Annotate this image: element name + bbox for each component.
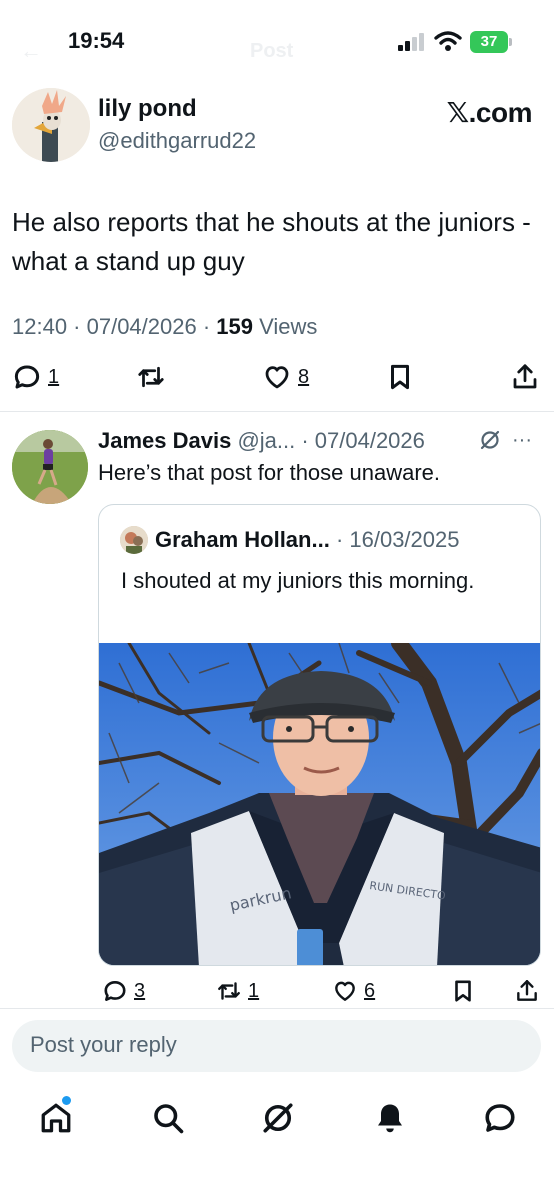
bookmark-icon (391, 364, 409, 390)
battery-indicator: 37 (470, 31, 508, 53)
reply-reply-button[interactable]: 3 (102, 978, 145, 1004)
status-bar: ← Post 19:54 37 (0, 0, 554, 82)
quoted-date: · 16/03/2025 (329, 527, 460, 552)
tab-notifications[interactable] (372, 1100, 408, 1136)
repost-icon (218, 982, 240, 1000)
grok-icon[interactable] (478, 428, 502, 452)
reply-count: 1 (48, 365, 60, 388)
author-handle[interactable]: @edithgarrud22 (98, 128, 256, 154)
header-title: Post (250, 40, 294, 62)
home-icon (41, 1103, 71, 1133)
bookmark-icon (455, 980, 471, 1002)
quoted-post[interactable]: Graham Hollan... · 16/03/2025 I shouted … (98, 504, 541, 966)
heart-icon (265, 366, 289, 389)
x-com-logo: 𝕏.com (446, 97, 533, 128)
reply-like-count: 6 (364, 979, 376, 1002)
post-meta: 12:40 · 07/04/2026 · 159 Views (12, 314, 317, 340)
reply-share-button[interactable] (514, 978, 540, 1004)
post-timestamp: 12:40 · 07/04/2026 · (12, 314, 217, 339)
bottom-tab-bar (0, 1090, 554, 1150)
bookmark-button[interactable] (385, 362, 415, 392)
battery-cap (509, 38, 512, 46)
repost-button[interactable] (136, 362, 166, 392)
post-text: He also reports that he shouts at the ju… (12, 207, 531, 276)
tab-search[interactable] (150, 1100, 186, 1136)
quoted-header: Graham Hollan... · 16/03/2025 (155, 527, 460, 553)
reply-header-icons: ··· (478, 428, 532, 452)
views-count: 159 (216, 314, 253, 339)
reply-header: James Davis @ja... · 07/04/2026 (98, 428, 425, 454)
notifications-icon (378, 1104, 402, 1133)
divider (0, 1008, 554, 1009)
quoted-photo: parkrun RUN DIRECTO (99, 643, 540, 965)
status-time: 19:54 (68, 28, 125, 53)
like-button[interactable]: 8 (262, 362, 309, 392)
author-name[interactable]: lily pond (98, 95, 197, 123)
cellular-signal-icon (398, 33, 426, 51)
search-icon (154, 1104, 184, 1134)
reply-button[interactable]: 1 (12, 362, 59, 392)
repost-icon (138, 366, 164, 388)
avatar[interactable] (12, 88, 90, 162)
reply-author-name[interactable]: James Davis (98, 428, 231, 453)
messages-icon (485, 1104, 515, 1132)
quoted-text: I shouted at my juniors this morning. (121, 568, 475, 593)
tab-messages[interactable] (482, 1100, 518, 1136)
reply-repost-count: 1 (248, 979, 260, 1002)
tab-grok[interactable] (260, 1100, 296, 1136)
grok-icon (263, 1103, 293, 1133)
share-icon (517, 980, 537, 1001)
divider (0, 411, 554, 412)
reply-reply-count: 3 (134, 979, 146, 1002)
views-label: Views (252, 314, 318, 339)
share-button[interactable] (510, 362, 540, 392)
reply-text: Here’s that post for those unaware. (98, 460, 441, 485)
tab-home[interactable] (38, 1100, 74, 1136)
reply-input-placeholder: Post your reply (30, 1032, 177, 1057)
heart-icon (335, 981, 355, 1001)
reply-icon (14, 365, 40, 389)
battery-level: 37 (480, 33, 498, 50)
post-actions: 1 8 (0, 362, 554, 402)
wifi-icon (434, 31, 462, 51)
quoted-avatar (120, 526, 148, 554)
reply-input[interactable]: Post your reply (12, 1020, 541, 1072)
like-count: 8 (298, 365, 310, 388)
share-icon (513, 364, 537, 389)
back-arrow-icon[interactable]: ← (20, 38, 42, 64)
reply-repost-button[interactable]: 1 (216, 978, 259, 1004)
reply-meta: @ja... · 07/04/2026 (231, 428, 425, 453)
reply-actions: 3 1 6 (0, 978, 554, 1008)
reply-icon (104, 981, 126, 1001)
quoted-author-name: Graham Hollan... (155, 527, 330, 552)
reply-like-button[interactable]: 6 (332, 978, 375, 1004)
new-posts-indicator (62, 1096, 71, 1105)
reply-bookmark-button[interactable] (450, 978, 476, 1004)
more-options-icon[interactable]: ··· (512, 429, 532, 452)
reply-avatar[interactable] (12, 430, 88, 504)
